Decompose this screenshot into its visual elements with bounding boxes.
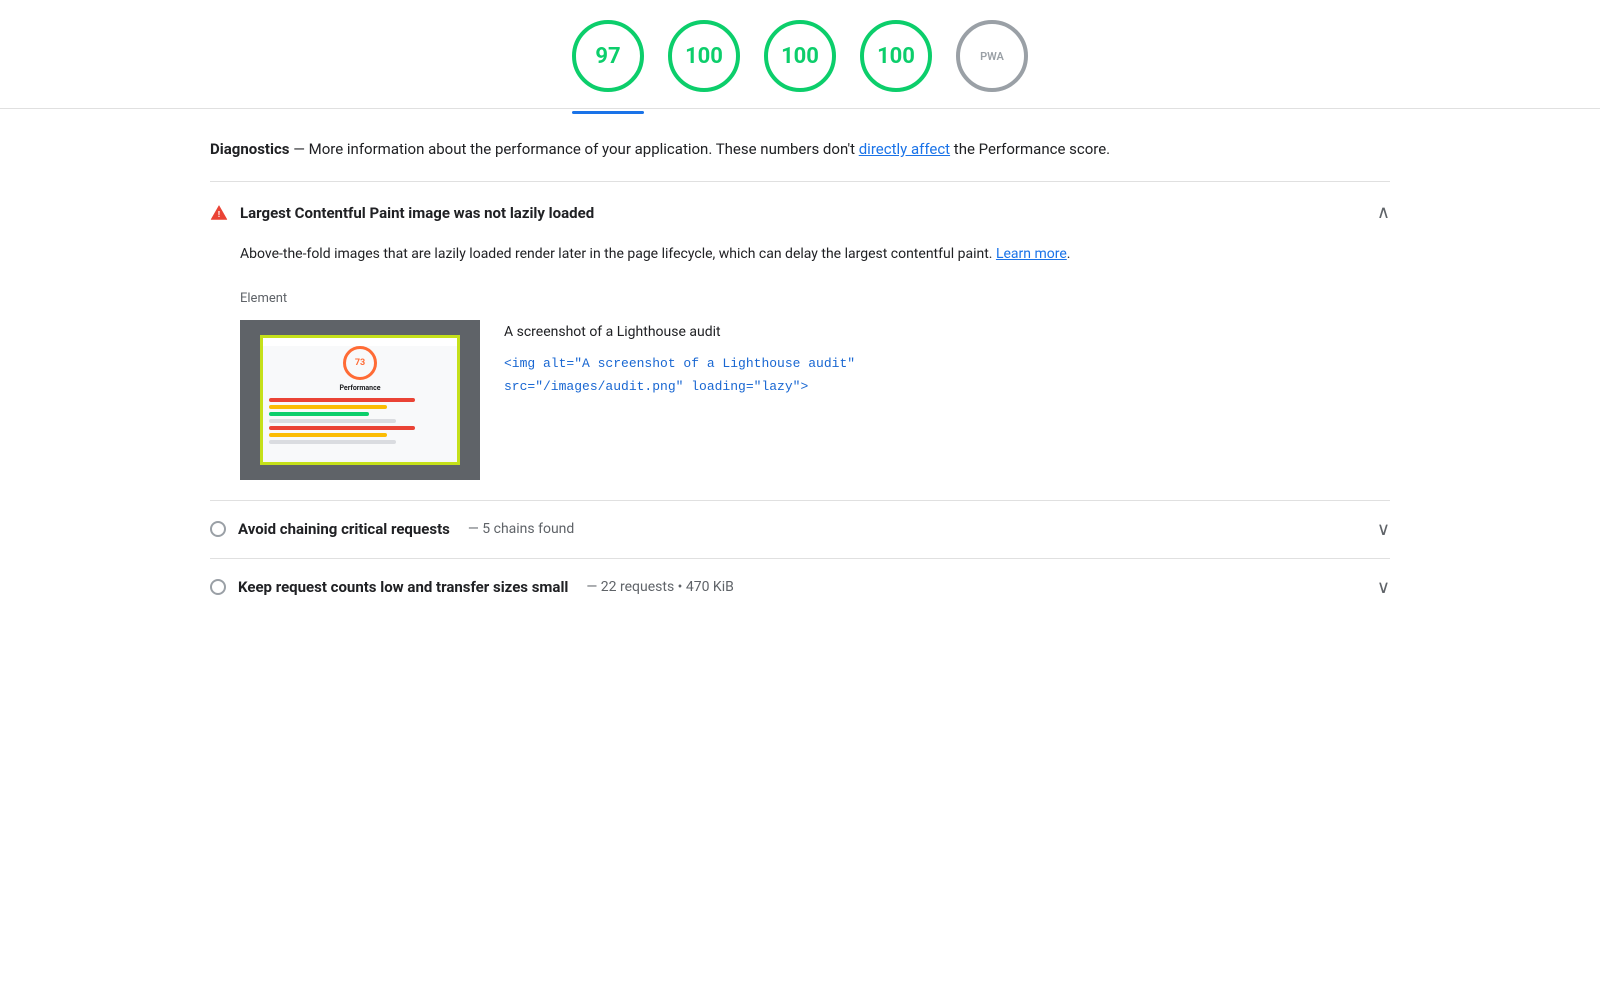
chaining-audit-meta: — 5 chains found: [468, 521, 574, 537]
score-circle-performance[interactable]: 97: [572, 20, 644, 92]
element-code-line2: src="/images/audit.png" loading="lazy">: [504, 375, 855, 398]
score-value-pwa: PWA: [980, 50, 1004, 63]
fake-row-3: [269, 412, 369, 416]
request-count-audit-left: Keep request counts low and transfer siz…: [210, 578, 734, 596]
fake-row-1: [269, 398, 415, 402]
lcp-audit-header-left: ! Largest Contentful Paint image was not…: [210, 204, 594, 222]
element-name: A screenshot of a Lighthouse audit: [504, 324, 855, 340]
score-value-accessibility: 100: [685, 44, 723, 69]
score-header: 97 100 100 100 PWA: [0, 0, 1600, 92]
score-circle-seo[interactable]: 100: [860, 20, 932, 92]
screenshot-thumbnail: 73 Performance: [240, 320, 480, 480]
diagnostics-title: Diagnostics: [210, 140, 289, 158]
diagnostics-desc-before: — More information about the performance…: [289, 140, 858, 158]
score-circle-pwa[interactable]: PWA: [956, 20, 1028, 92]
warning-icon: !: [210, 204, 228, 222]
element-code-line1: <img alt="A screenshot of a Lighthouse a…: [504, 352, 855, 375]
fake-title: Performance: [263, 384, 457, 392]
lcp-audit-title: Largest Contentful Paint image was not l…: [240, 204, 594, 222]
score-value-best-practices: 100: [781, 44, 819, 69]
lcp-audit-item: ! Largest Contentful Paint image was not…: [210, 182, 1390, 500]
element-label: Element: [240, 291, 1390, 306]
element-code: <img alt="A screenshot of a Lighthouse a…: [504, 352, 855, 399]
diagnostics-link[interactable]: directly affect: [859, 140, 950, 158]
request-count-audit-meta: — 22 requests • 470 KiB: [586, 579, 733, 595]
fake-score-value: 73: [355, 358, 365, 368]
fake-score-circle: 73: [343, 346, 377, 380]
element-row: 73 Performance: [240, 320, 1390, 480]
lcp-audit-body: Above-the-fold images that are lazily lo…: [210, 223, 1390, 480]
request-count-collapse-chevron[interactable]: ∨: [1377, 577, 1390, 598]
circle-icon-request-count: [210, 579, 226, 595]
main-content: Diagnostics — More information about the…: [150, 109, 1450, 616]
diagnostics-desc-after: the Performance score.: [950, 140, 1110, 158]
score-value-performance: 97: [595, 44, 620, 69]
learn-more-suffix: .: [1067, 246, 1071, 262]
diagnostics-header: Diagnostics — More information about the…: [210, 109, 1390, 181]
fake-row-6: [269, 433, 387, 437]
lcp-audit-description: Above-the-fold images that are lazily lo…: [240, 243, 1390, 267]
chaining-audit-item[interactable]: Avoid chaining critical requests — 5 cha…: [210, 501, 1390, 558]
lcp-desc-text: Above-the-fold images that are lazily lo…: [240, 246, 996, 262]
fake-row-2: [269, 405, 387, 409]
svg-text:!: !: [218, 210, 220, 219]
learn-more-link[interactable]: Learn more: [996, 246, 1067, 262]
element-info: A screenshot of a Lighthouse audit <img …: [504, 320, 855, 399]
chaining-collapse-chevron[interactable]: ∨: [1377, 519, 1390, 540]
score-value-seo: 100: [877, 44, 915, 69]
screenshot-ui: 73 Performance: [263, 346, 457, 465]
score-circle-best-practices[interactable]: 100: [764, 20, 836, 92]
lcp-audit-header[interactable]: ! Largest Contentful Paint image was not…: [210, 202, 1390, 223]
chaining-audit-title: Avoid chaining critical requests: [238, 520, 450, 538]
chaining-audit-left: Avoid chaining critical requests — 5 cha…: [210, 520, 574, 538]
request-count-audit-title: Keep request counts low and transfer siz…: [238, 578, 568, 596]
fake-row-7: [269, 440, 396, 444]
score-circle-accessibility[interactable]: 100: [668, 20, 740, 92]
circle-icon-chaining: [210, 521, 226, 537]
lcp-collapse-chevron[interactable]: ∧: [1377, 202, 1390, 223]
fake-rows: [263, 398, 457, 444]
request-count-audit-item[interactable]: Keep request counts low and transfer siz…: [210, 559, 1390, 616]
fake-row-4: [269, 419, 396, 423]
fake-row-5: [269, 426, 415, 430]
screenshot-inner: 73 Performance: [260, 335, 460, 465]
